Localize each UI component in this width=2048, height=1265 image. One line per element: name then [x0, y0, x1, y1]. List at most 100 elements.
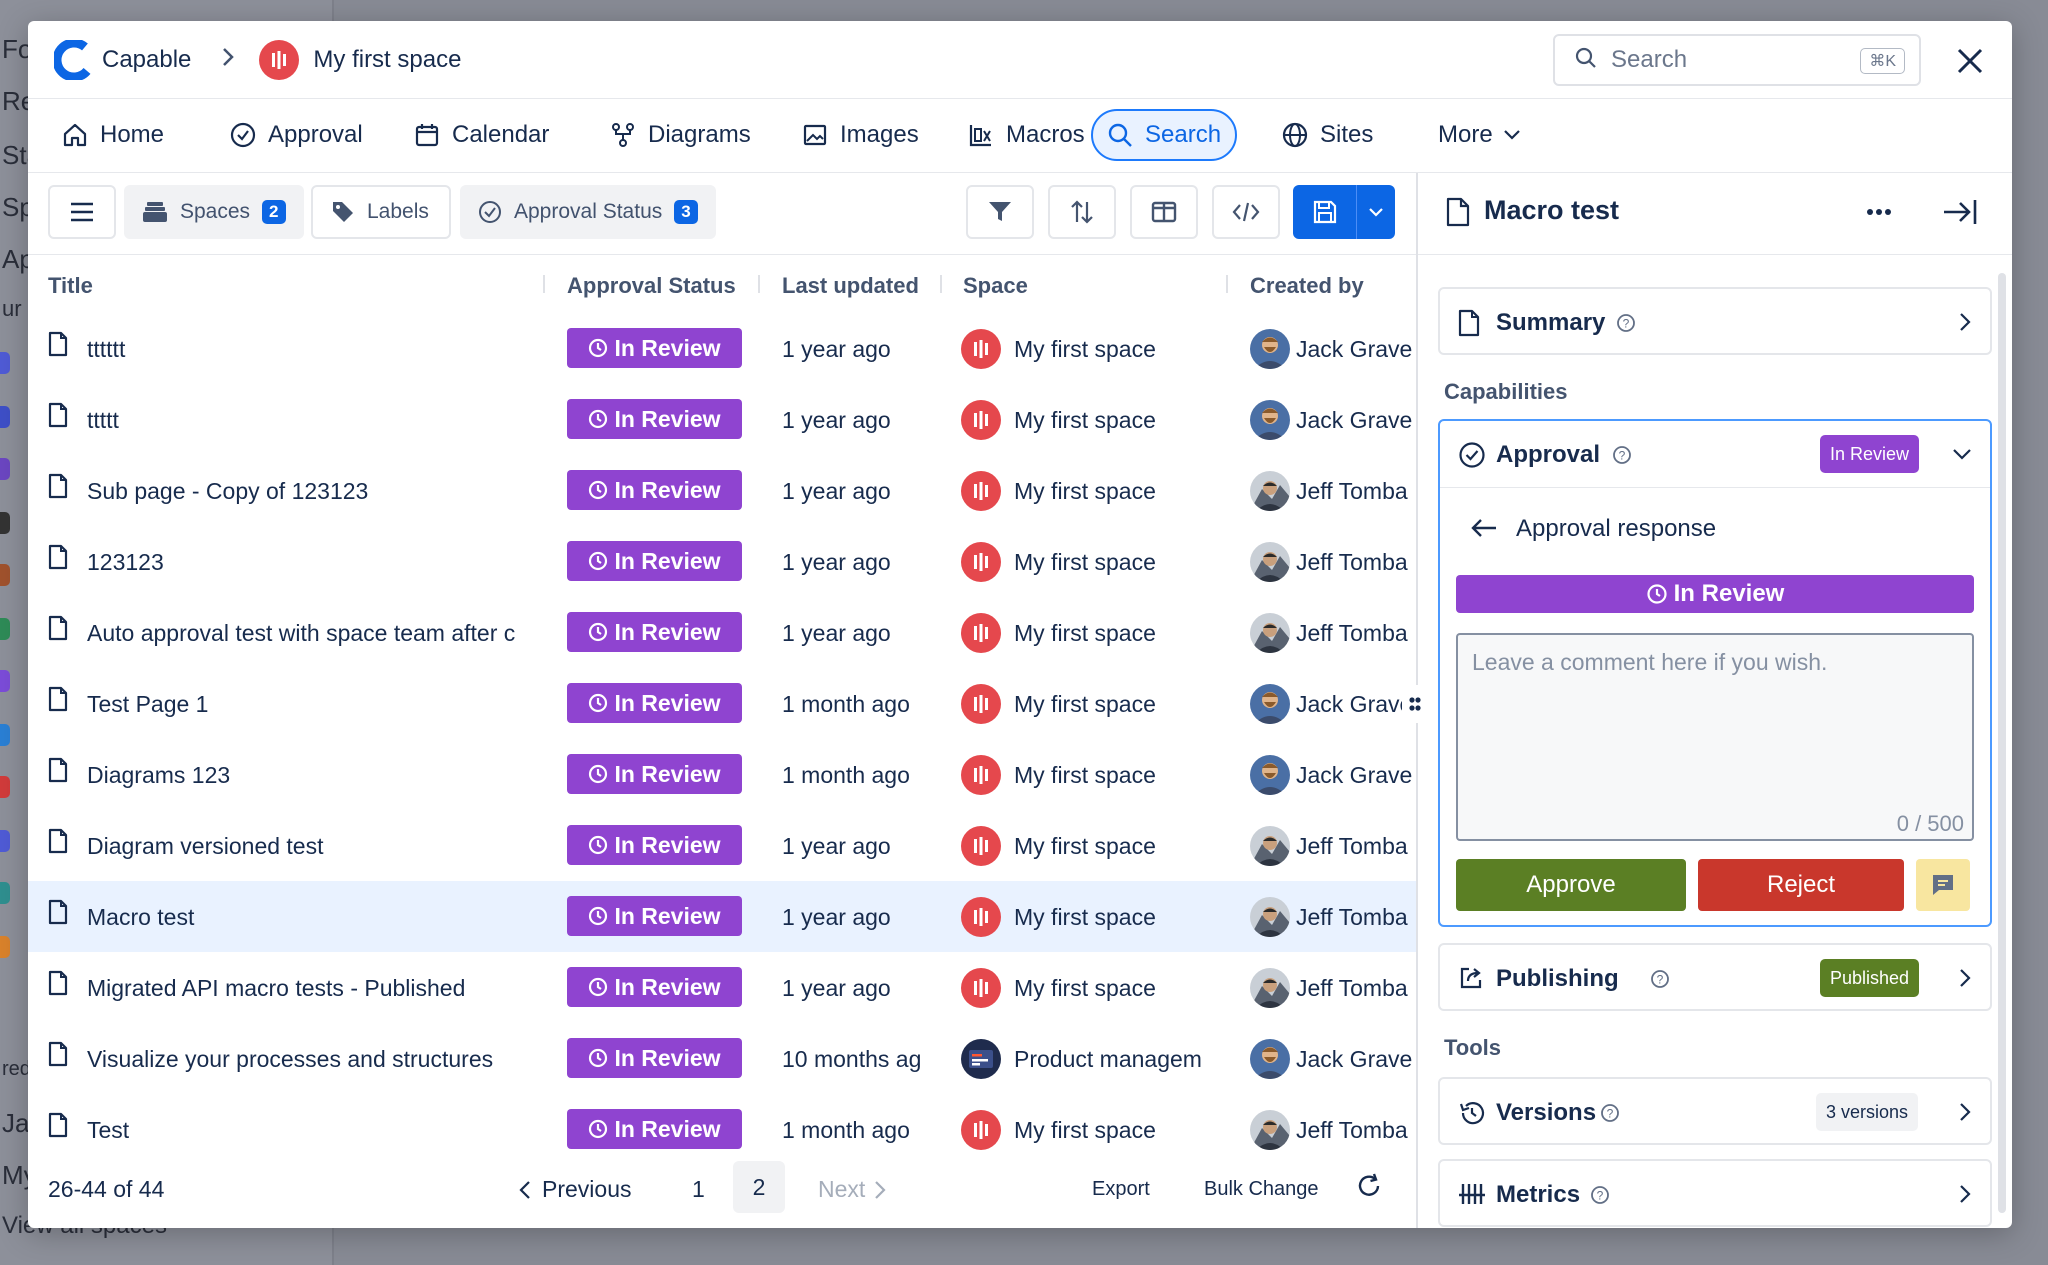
- row-space[interactable]: My first space: [1014, 833, 1239, 860]
- row-title[interactable]: Test Page 1: [87, 691, 559, 718]
- panel-scrollbar[interactable]: [1998, 273, 2006, 1213]
- nav-sites[interactable]: Sites: [1268, 109, 1387, 161]
- table-row[interactable]: Sub page - Copy of 123123 In Review 1 year…: [28, 455, 1416, 526]
- row-creator: Jeff Tomba: [1296, 620, 1408, 646]
- document-icon: [48, 544, 68, 576]
- more-options-icon[interactable]: [1864, 197, 1894, 232]
- table-row[interactable]: Diagram versioned test In Review 1 year ag…: [28, 810, 1416, 881]
- row-space[interactable]: My first space: [1014, 549, 1239, 576]
- table-row[interactable]: Macro test In Review 1 year ago My first sp…: [28, 881, 1416, 952]
- global-search[interactable]: ⌘K: [1553, 34, 1921, 86]
- table-row[interactable]: ttttt In Review 1 year ago My first space Ja…: [28, 384, 1416, 455]
- row-title[interactable]: Migrated API macro tests - Published: [87, 975, 559, 1002]
- table-row[interactable]: Migrated API macro tests - Published In R…: [28, 952, 1416, 1023]
- table-row[interactable]: Visualize your processes and structures I…: [28, 1023, 1416, 1094]
- filter-button[interactable]: [966, 185, 1034, 239]
- nav-calendar[interactable]: Calendar: [400, 109, 563, 161]
- arrow-left-icon[interactable]: [1470, 517, 1498, 544]
- summary-card[interactable]: Summary ?: [1438, 287, 1992, 355]
- export-button[interactable]: Export: [1092, 1178, 1150, 1201]
- page-2-button[interactable]: 2: [733, 1161, 785, 1213]
- versions-card[interactable]: Versions ? 3 versions: [1438, 1077, 1992, 1145]
- row-space[interactable]: My first space: [1014, 478, 1239, 505]
- row-space[interactable]: My first space: [1014, 336, 1239, 363]
- row-title[interactable]: Auto approval test with space team after…: [87, 620, 559, 647]
- row-title[interactable]: Sub page - Copy of 123123: [87, 478, 559, 505]
- table-row[interactable]: Test Page 1 In Review 1 month ago My first …: [28, 668, 1416, 739]
- row-space[interactable]: Product managem: [1014, 1046, 1239, 1073]
- avatar: [1250, 542, 1290, 582]
- document-icon: [48, 402, 68, 434]
- nav-diagrams[interactable]: Diagrams: [596, 109, 765, 161]
- help-icon[interactable]: ?: [1590, 1185, 1610, 1210]
- row-title[interactable]: Test: [87, 1117, 559, 1144]
- column-approval-status[interactable]: Approval Status: [567, 273, 736, 299]
- column-space[interactable]: Space: [963, 273, 1028, 299]
- menu-button[interactable]: [48, 185, 116, 239]
- row-space[interactable]: My first space: [1014, 407, 1239, 434]
- embed-code-button[interactable]: [1212, 185, 1280, 239]
- approval-status-badge: In Review: [1820, 435, 1920, 473]
- table-row[interactable]: Auto approval test with space team after…: [28, 597, 1416, 668]
- nav-macros[interactable]: Macros: [954, 109, 1099, 161]
- search-input[interactable]: [1611, 46, 1831, 74]
- nav-images[interactable]: Images: [788, 109, 933, 161]
- column-title[interactable]: Title: [48, 273, 93, 299]
- next-page-button[interactable]: Next: [818, 1176, 887, 1203]
- row-space[interactable]: My first space: [1014, 762, 1239, 789]
- brand-name[interactable]: Capable: [102, 46, 191, 74]
- breadcrumb-space[interactable]: My first space: [313, 46, 461, 74]
- approve-button[interactable]: Approve: [1456, 859, 1686, 911]
- filter-labels[interactable]: Labels: [311, 185, 451, 239]
- table-row[interactable]: Diagrams 123 In Review 1 month ago My first…: [28, 739, 1416, 810]
- row-status-badge: In Review: [567, 683, 742, 723]
- reject-button[interactable]: Reject: [1698, 859, 1904, 911]
- nav-more[interactable]: More: [1424, 109, 1547, 161]
- filter-approval-status[interactable]: Approval Status 3: [460, 185, 716, 239]
- row-title[interactable]: tttttt: [87, 336, 559, 363]
- metrics-icon: [1458, 1181, 1486, 1212]
- row-title[interactable]: Visualize your processes and structures: [87, 1046, 559, 1073]
- document-icon: [1458, 309, 1480, 342]
- table-row[interactable]: 123123 In Review 1 year ago My first space J…: [28, 526, 1416, 597]
- collapse-panel-icon[interactable]: [1942, 197, 1978, 232]
- comment-button[interactable]: [1916, 859, 1970, 911]
- comment-textarea[interactable]: [1456, 633, 1974, 841]
- columns-button[interactable]: [1130, 185, 1198, 239]
- row-title[interactable]: Diagrams 123: [87, 762, 559, 789]
- help-icon[interactable]: ?: [1650, 969, 1670, 994]
- column-created-by[interactable]: Created by: [1250, 273, 1364, 299]
- metrics-card[interactable]: Metrics ?: [1438, 1159, 1992, 1227]
- chevron-down-icon: [1369, 208, 1383, 217]
- chevron-down-icon[interactable]: [1952, 447, 1972, 466]
- versions-count-badge: 3 versions: [1816, 1093, 1919, 1131]
- refresh-icon[interactable]: [1354, 1171, 1384, 1207]
- help-icon[interactable]: ?: [1616, 313, 1636, 338]
- nav-home[interactable]: Home: [48, 109, 178, 161]
- row-title[interactable]: ttttt: [87, 407, 559, 434]
- table-row[interactable]: tttttt In Review 1 year ago My first space J…: [28, 313, 1416, 384]
- row-space[interactable]: My first space: [1014, 691, 1239, 718]
- previous-page-button[interactable]: Previous: [518, 1176, 631, 1203]
- page-1-button[interactable]: 1: [692, 1176, 705, 1203]
- column-last-updated[interactable]: Last updated: [782, 273, 919, 299]
- row-space[interactable]: My first space: [1014, 1117, 1239, 1144]
- help-icon[interactable]: ?: [1612, 445, 1632, 470]
- row-space[interactable]: My first space: [1014, 975, 1239, 1002]
- bulk-change-button[interactable]: Bulk Change: [1204, 1178, 1319, 1201]
- row-space[interactable]: My first space: [1014, 620, 1239, 647]
- nav-search[interactable]: Search: [1091, 109, 1238, 161]
- help-icon[interactable]: ?: [1600, 1103, 1620, 1128]
- row-title[interactable]: Macro test: [87, 904, 559, 931]
- close-icon[interactable]: [1950, 41, 1990, 81]
- publishing-card[interactable]: Publishing ? Published: [1438, 943, 1992, 1011]
- document-icon: [48, 1041, 68, 1073]
- row-space[interactable]: My first space: [1014, 904, 1239, 931]
- row-title[interactable]: Diagram versioned test: [87, 833, 559, 860]
- row-title[interactable]: 123123: [87, 549, 559, 576]
- sort-button[interactable]: [1048, 185, 1116, 239]
- save-button[interactable]: [1293, 185, 1357, 239]
- save-options-button[interactable]: [1357, 185, 1395, 239]
- nav-approval[interactable]: Approval: [216, 109, 377, 161]
- filter-spaces[interactable]: Spaces 2: [124, 185, 304, 239]
